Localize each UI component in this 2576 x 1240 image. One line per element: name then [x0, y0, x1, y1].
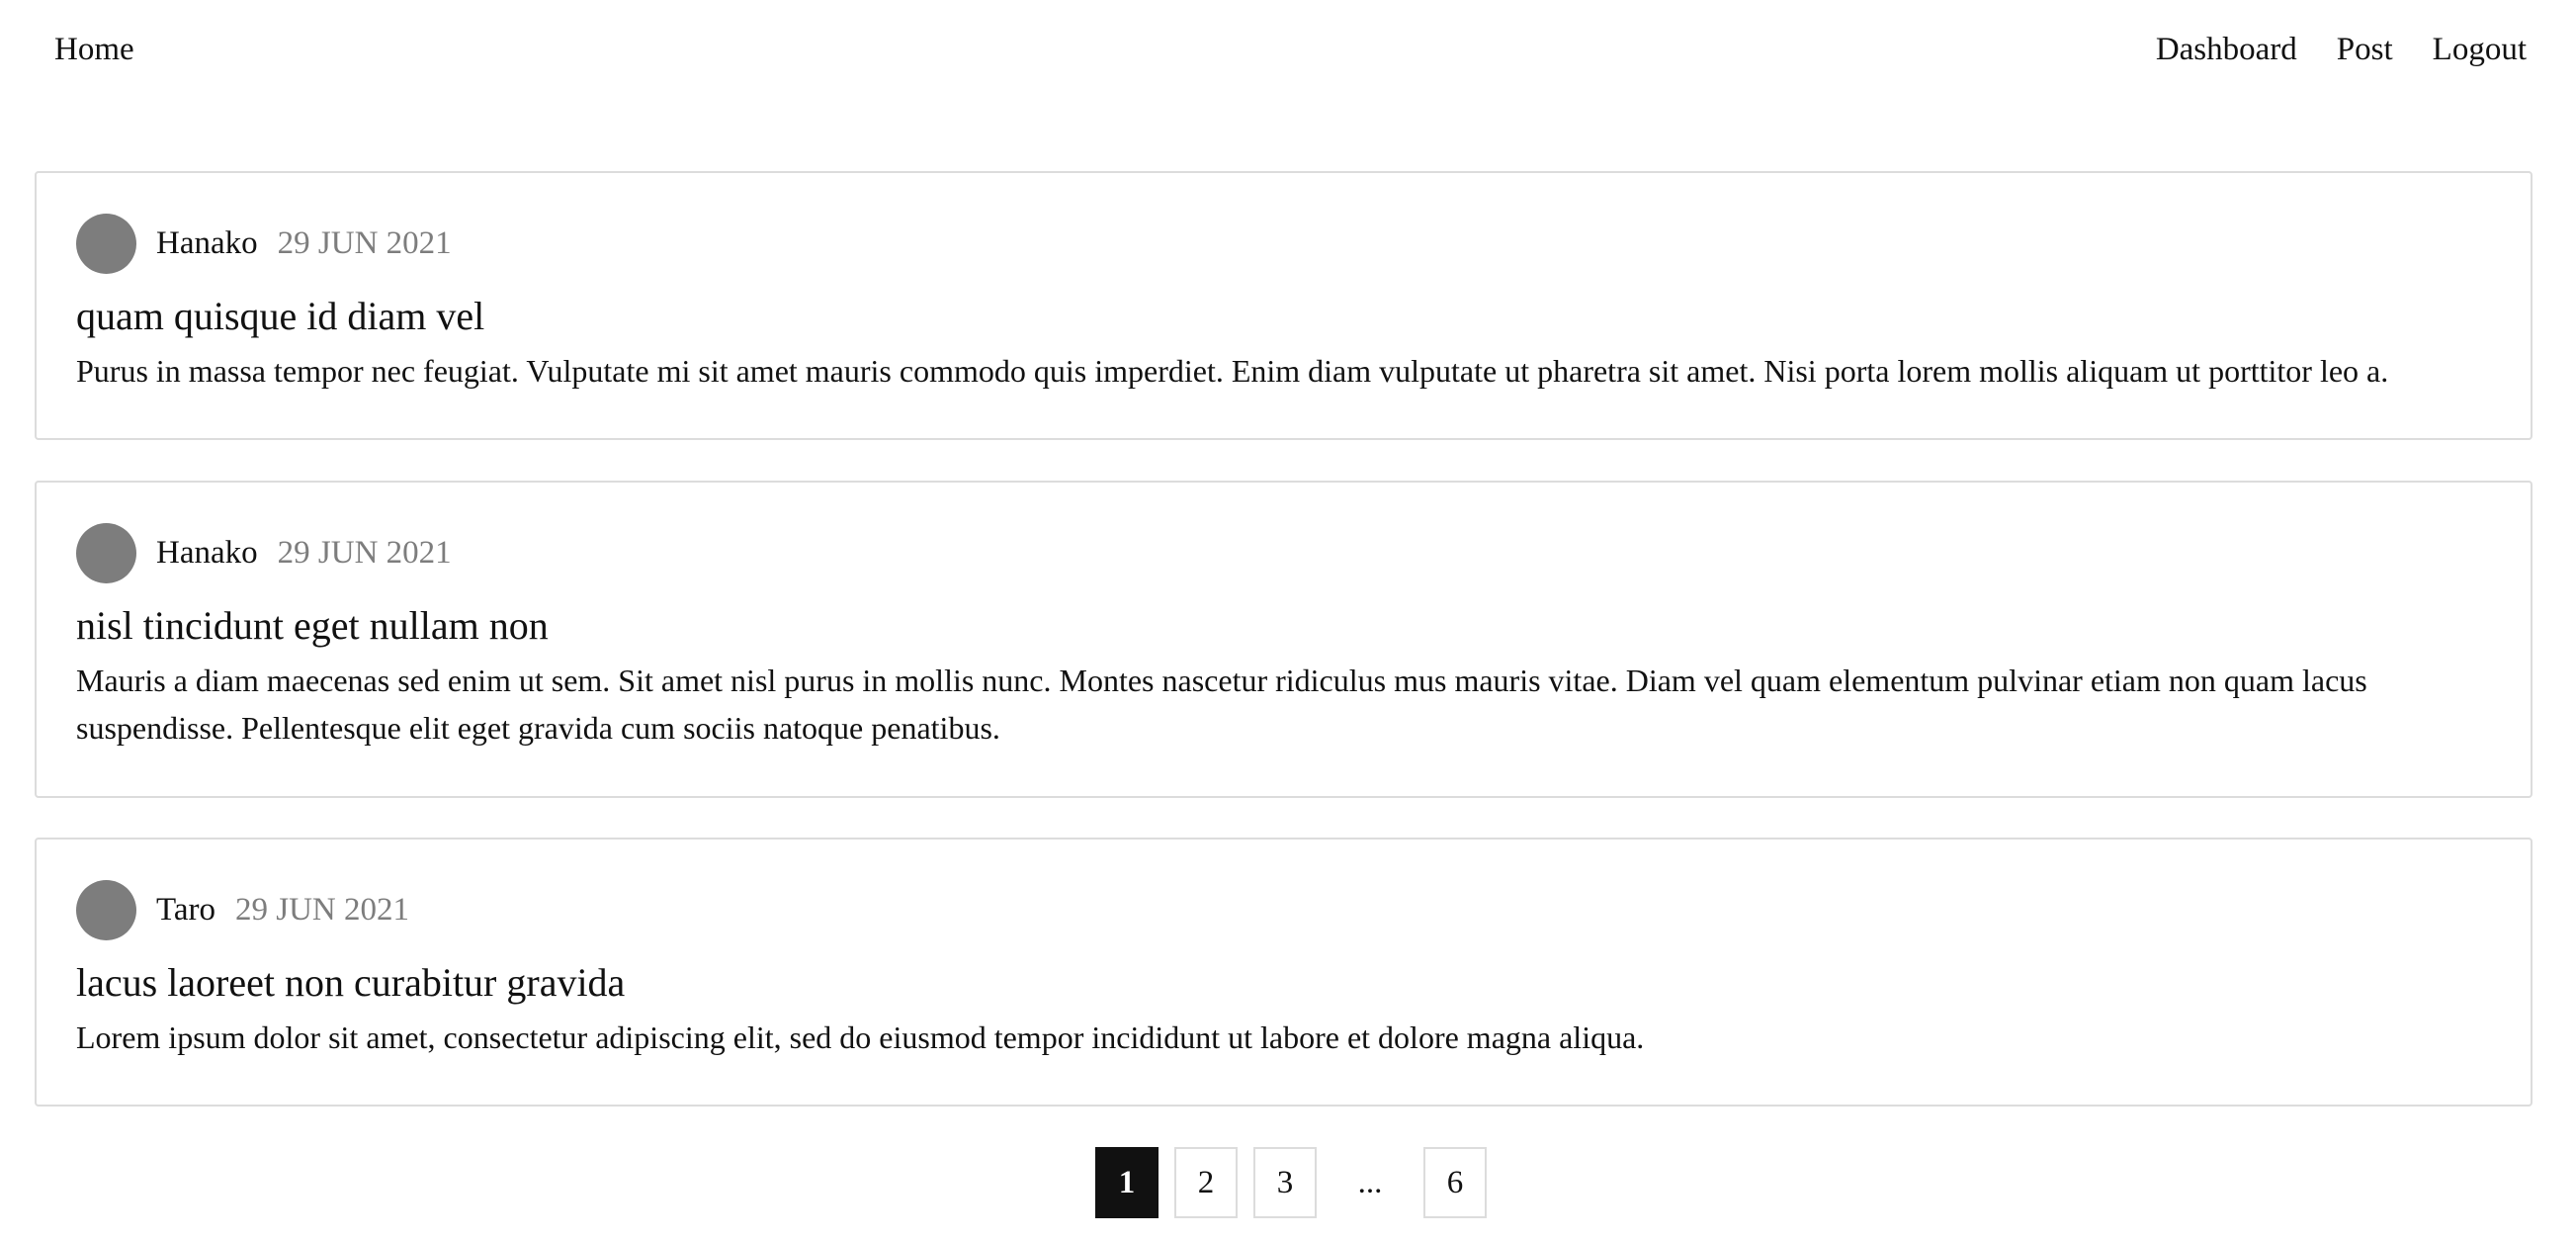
avatar[interactable]	[76, 522, 136, 583]
nav-dashboard-link[interactable]: Dashboard	[2156, 28, 2297, 71]
post-title[interactable]: quam quisque id diam vel	[76, 292, 484, 341]
pagination-ellipsis: ...	[1357, 1164, 1383, 1200]
avatar[interactable]	[76, 213, 136, 274]
post-date: 29 JUN 2021	[235, 891, 410, 928]
post-author[interactable]: Taro	[156, 892, 215, 929]
post-card: Taro 29 JUN 2021 lacus laoreet non curab…	[35, 838, 2533, 1107]
nav-logout-link[interactable]: Logout	[2433, 28, 2527, 71]
page-button-2[interactable]: 2	[1174, 1147, 1238, 1218]
post-date: 29 JUN 2021	[277, 224, 452, 261]
nav-home-link[interactable]: Home	[54, 28, 134, 71]
post-author[interactable]: Hanako	[156, 535, 258, 572]
page-button-last[interactable]: 6	[1423, 1147, 1487, 1218]
post-title[interactable]: lacus laoreet non curabitur gravida	[76, 958, 625, 1008]
avatar[interactable]	[76, 879, 136, 940]
nav-post-link[interactable]: Post	[2337, 28, 2393, 71]
post-body: Lorem ipsum dolor sit amet, consectetur …	[76, 1019, 1645, 1055]
post-card: Hanako 29 JUN 2021 nisl tincidunt eget n…	[35, 481, 2533, 798]
post-card: Hanako 29 JUN 2021 quam quisque id diam …	[35, 171, 2533, 440]
pagination: 1 2 3 ... 6	[1095, 1147, 1503, 1218]
post-title[interactable]: nisl tincidunt eget nullam non	[76, 601, 549, 651]
post-header: Taro 29 JUN 2021	[76, 879, 409, 940]
page-button-3[interactable]: 3	[1253, 1147, 1317, 1218]
post-header: Hanako 29 JUN 2021	[76, 522, 452, 583]
post-date: 29 JUN 2021	[277, 534, 452, 571]
post-body: Purus in massa tempor nec feugiat. Vulpu…	[76, 353, 2389, 389]
nav-right-links: Dashboard Post Logout	[2156, 28, 2527, 71]
page-button-1[interactable]: 1	[1095, 1147, 1159, 1218]
post-body: Mauris a diam maecenas sed enim ut sem. …	[76, 663, 2367, 746]
post-header: Hanako 29 JUN 2021	[76, 213, 452, 274]
post-author[interactable]: Hanako	[156, 225, 258, 262]
top-navigation: Home Dashboard Post Logout	[0, 0, 2576, 99]
